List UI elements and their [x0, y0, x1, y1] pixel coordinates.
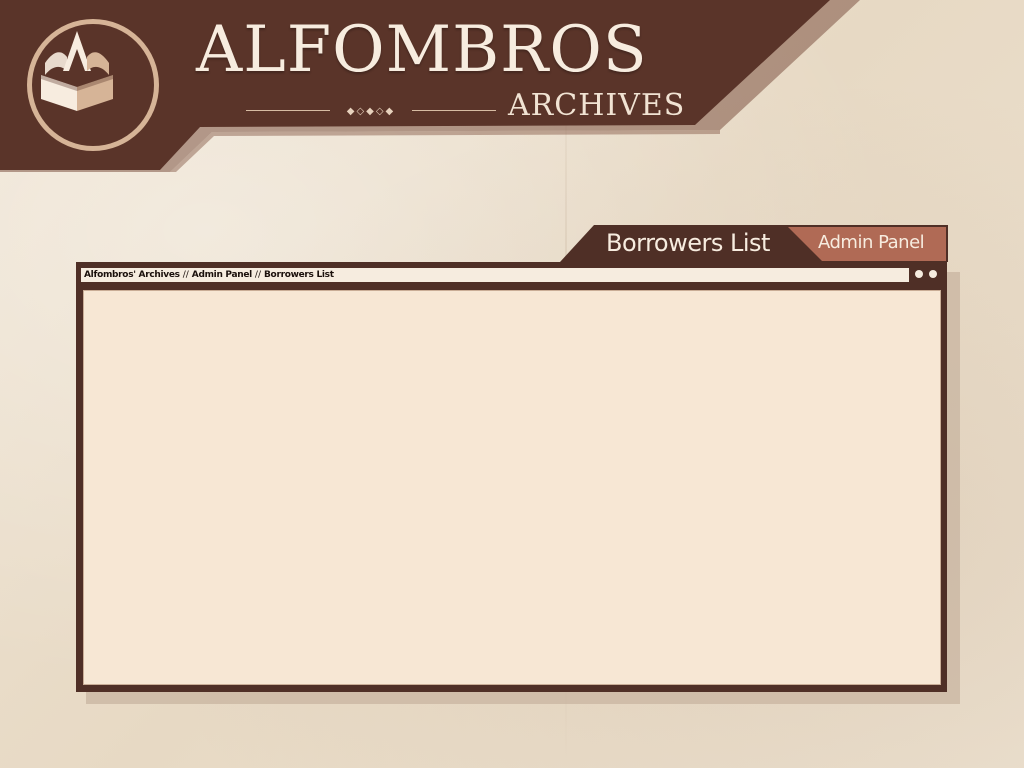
- tab-admin-panel[interactable]: Admin Panel: [818, 230, 936, 256]
- breadcrumb-separator: //: [182, 270, 189, 280]
- ornament-icon: ◆◇◆◇◆: [330, 104, 412, 118]
- brand-title: ALFOMBROS: [196, 13, 648, 87]
- breadcrumb-item[interactable]: Alfombros' Archives: [84, 270, 180, 280]
- open-book-letter-a-icon: [41, 31, 113, 111]
- content-area: [83, 290, 941, 685]
- breadcrumb-separator: //: [254, 270, 261, 280]
- breadcrumb: Alfombros' Archives // Admin Panel // Bo…: [81, 268, 909, 282]
- logo: [27, 19, 159, 151]
- logo-inner: [32, 24, 154, 146]
- header-banner: ALFOMBROS ◆◇◆◇◆ ARCHIVES: [0, 0, 1024, 200]
- dot-icon[interactable]: [915, 270, 923, 278]
- window-controls: [915, 270, 937, 278]
- dot-icon[interactable]: [929, 270, 937, 278]
- breadcrumb-item[interactable]: Admin Panel: [192, 270, 252, 280]
- tab-borrowers-list[interactable]: Borrowers List: [606, 226, 786, 260]
- breadcrumb-item: Borrowers List: [264, 270, 334, 280]
- brand-subtitle: ARCHIVES: [508, 88, 686, 123]
